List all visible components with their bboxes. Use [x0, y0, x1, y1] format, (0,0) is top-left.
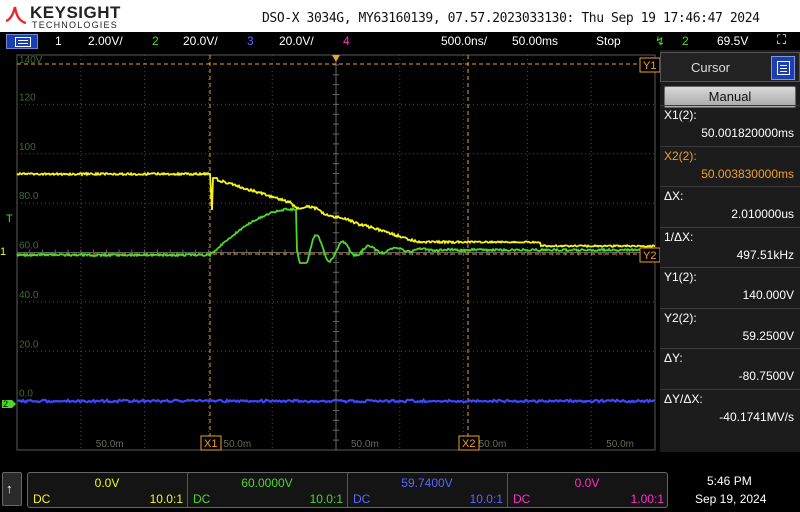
- cursor-x1-tag-label: X1: [204, 438, 217, 450]
- cursor-y1-value: 140.000V: [743, 288, 794, 302]
- cursor-inv-delta-x-label: 1/ΔX:: [664, 230, 693, 244]
- ch2-scale[interactable]: 20.0V/: [183, 34, 218, 48]
- cursor-x1-label: X1(2):: [664, 108, 697, 122]
- cursor-y1-tag-label: Y1: [643, 60, 656, 72]
- ch3-offset: 59.7400V: [348, 476, 506, 490]
- panel-menu-icon[interactable]: [771, 56, 795, 80]
- channel-status-bar: 1 2.00V/ 2 20.0V/ 3 20.0V/ 4 500.0ns/ 50…: [0, 32, 800, 50]
- ch1-number[interactable]: 1: [55, 34, 62, 48]
- title-bar: KEYSIGHT TECHNOLOGIES DSO-X 3034G, MY631…: [0, 0, 800, 32]
- y-axis-label: 80.0: [19, 191, 39, 202]
- ch3-coupling: DC: [353, 492, 370, 506]
- channel-settings-strip: 0.0V DC 10.0:1 60.0000V DC 10.0:1 59.740…: [27, 472, 668, 508]
- ch2-number[interactable]: 2: [152, 34, 159, 48]
- bottom-bar: ↑ 0.0V DC 10.0:1 60.0000V DC 10.0:1 59.7…: [0, 452, 800, 512]
- menu-icon: [15, 37, 31, 47]
- ch3-scale[interactable]: 20.0V/: [279, 34, 314, 48]
- ch4-offset: 0.0V: [508, 476, 666, 490]
- keysight-logo: KEYSIGHT TECHNOLOGIES: [4, 3, 132, 29]
- x-axis-label: 50.0m: [479, 439, 507, 450]
- panel-title: Cursor: [691, 60, 730, 75]
- instrument-info: DSO-X 3034G, MY63160139, 07.57.202303313…: [262, 11, 760, 26]
- ch1-settings[interactable]: 0.0V DC 10.0:1: [28, 473, 188, 507]
- cursor-y1-label: Y1(2):: [664, 270, 697, 284]
- row-divider: [660, 105, 800, 106]
- cursor-delta-x-value: 2.010000us: [731, 207, 794, 221]
- y-axis-label: 40.0: [19, 290, 39, 301]
- ch1-offset: 0.0V: [28, 476, 186, 490]
- row-divider: [660, 146, 800, 147]
- cursor-x1-value: 50.001820000ms: [701, 126, 794, 140]
- trigger-position-marker: [332, 55, 340, 62]
- y-axis-label: 20.0: [19, 339, 39, 350]
- x-axis-label: 50.0m: [96, 439, 124, 450]
- ch2-settings[interactable]: 60.0000V DC 10.0:1: [188, 473, 348, 507]
- ch3-number[interactable]: 3: [247, 34, 254, 48]
- expand-up-button[interactable]: ↑: [2, 472, 22, 506]
- y-axis-label: 0.0: [19, 389, 33, 400]
- y-axis-label: 60.0: [19, 241, 39, 252]
- ch1-ground-marker[interactable]: 1: [0, 246, 6, 258]
- row-divider: [660, 389, 800, 390]
- y-axis-label: 100: [19, 142, 36, 153]
- arrow-up-icon: ↑: [6, 481, 13, 496]
- cursor-delta-x-label: ΔX:: [664, 189, 683, 203]
- cursor-y2-value: 59.2500V: [743, 329, 794, 343]
- fullscreen-icon[interactable]: ⛶: [777, 32, 786, 48]
- panel-header: Cursor: [660, 52, 800, 82]
- cursor-y2-tag-label: Y2: [643, 250, 656, 262]
- cursor-panel: Cursor Manual X1(2): 50.001820000ms X2(2):…: [660, 50, 800, 452]
- cursor-x2-label: X2(2):: [664, 149, 697, 163]
- ch3-probe: 10.0:1: [470, 492, 503, 506]
- waveform-graticule[interactable]: 140V12010080.060.040.020.00.050.0m 50.0m 5…: [0, 50, 660, 452]
- x-axis-label: 50.0m: [223, 439, 251, 450]
- cursor-y2-label: Y2(2):: [664, 311, 697, 325]
- timebase[interactable]: 500.0ns/: [441, 34, 487, 48]
- ch1-probe: 10.0:1: [150, 492, 183, 506]
- ch4-settings[interactable]: 0.0V DC 1.00:1: [508, 473, 668, 507]
- ch1-coupling: DC: [33, 492, 50, 506]
- ch2-probe: 10.0:1: [310, 492, 343, 506]
- trigger-edge-icon[interactable]: ↯: [655, 34, 665, 48]
- ch4-coupling: DC: [513, 492, 530, 506]
- cursor-inv-delta-x-value: 497.51kHz: [737, 248, 794, 262]
- cursor-delta-y-label: ΔY:: [664, 351, 683, 365]
- row-divider: [660, 227, 800, 228]
- cursor-delta-y-over-delta-x-label: ΔY/ΔX:: [664, 392, 703, 406]
- x-axis-label: 50.0m: [606, 439, 634, 450]
- waveform-display[interactable]: 140V 120 100 80.0 60.0 40.0 20.0 0.0 50.0m 50.0m 5…: [0, 50, 660, 452]
- main-menu-button[interactable]: [6, 34, 38, 49]
- clock-time: 5:46 PM: [707, 474, 752, 488]
- row-divider: [660, 308, 800, 309]
- ch4-probe: 1.00:1: [631, 492, 664, 506]
- cursor-x2-value: 50.003830000ms: [701, 167, 794, 181]
- row-divider: [660, 348, 800, 349]
- x-axis-label: 50.0m: [351, 439, 379, 450]
- cursor-delta-y-value: -80.7500V: [739, 369, 794, 383]
- ch2-coupling: DC: [193, 492, 210, 506]
- ch4-number[interactable]: 4: [343, 34, 350, 48]
- trigger-level[interactable]: 69.5V: [717, 34, 748, 48]
- cursor-delta-y-over-delta-x-value: -40.1741MV/s: [719, 410, 794, 424]
- ch2-offset: 60.0000V: [188, 476, 346, 490]
- row-divider: [660, 267, 800, 268]
- ch3-settings[interactable]: 59.7400V DC 10.0:1: [348, 473, 508, 507]
- clock-date: Sep 19, 2024: [695, 492, 766, 506]
- keysight-wave-icon: [4, 3, 28, 27]
- trigger-level-marker[interactable]: T: [6, 213, 13, 225]
- row-divider: [660, 186, 800, 187]
- run-state[interactable]: Stop: [596, 34, 621, 48]
- trigger-source[interactable]: 2: [682, 34, 689, 48]
- y-axis-label: 120: [19, 92, 36, 103]
- brand-subtitle: TECHNOLOGIES: [32, 20, 118, 30]
- ch2-ground-marker-label: 2: [3, 399, 8, 409]
- time-delay[interactable]: 50.00ms: [512, 34, 558, 48]
- ch1-scale[interactable]: 2.00V/: [88, 34, 123, 48]
- cursor-x2-tag-label: X2: [462, 438, 475, 450]
